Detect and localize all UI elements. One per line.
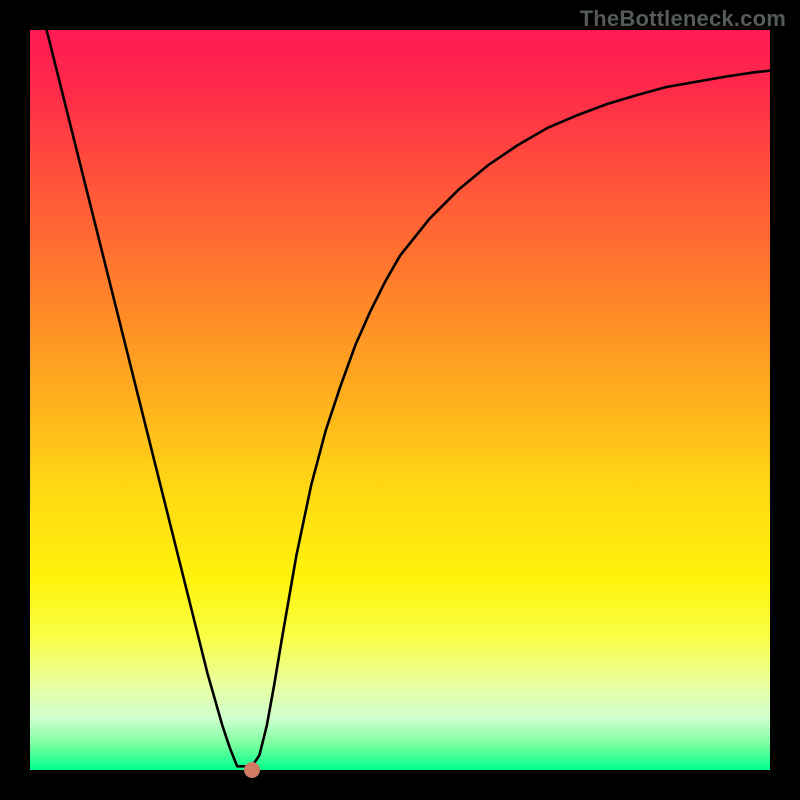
bottleneck-curve (30, 30, 770, 770)
chart-plot-area (30, 30, 770, 770)
optimal-point-marker (244, 762, 260, 778)
attribution-label: TheBottleneck.com (580, 6, 786, 32)
